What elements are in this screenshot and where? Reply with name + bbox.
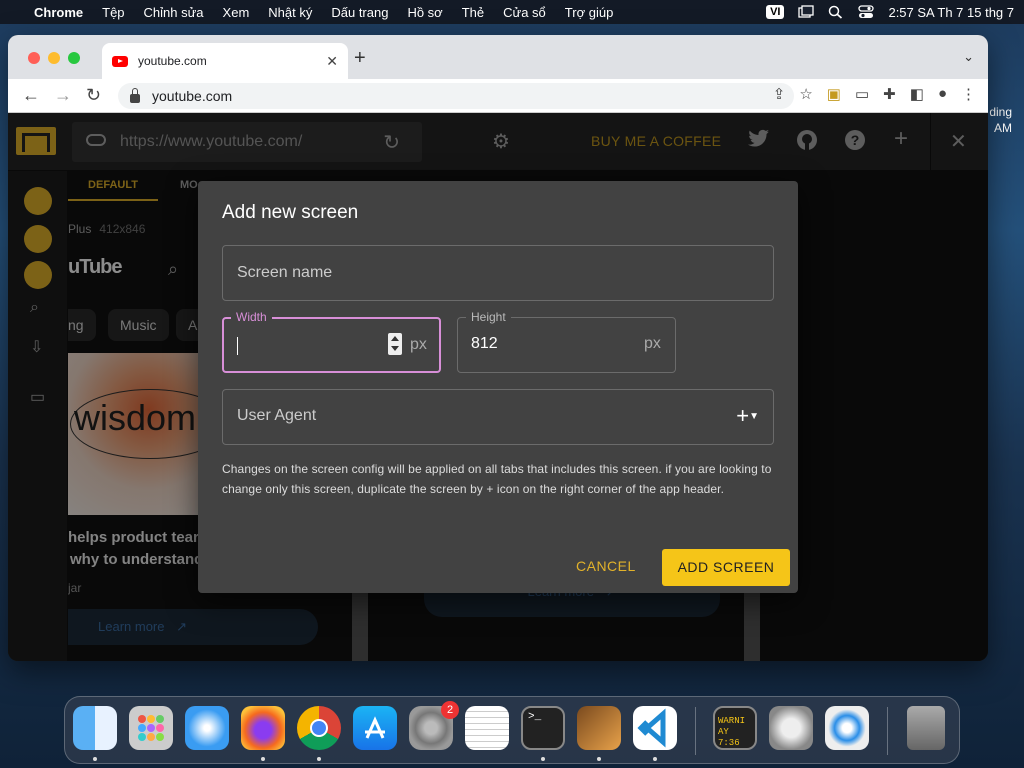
menu-window[interactable]: Cửa sổ bbox=[503, 5, 546, 20]
textedit-icon[interactable] bbox=[465, 706, 509, 750]
close-tab-icon[interactable]: ✕ bbox=[326, 53, 338, 70]
macos-dock: 2 >_ WARNI AY 7:36 bbox=[64, 696, 960, 764]
garageband-running-dot bbox=[597, 757, 601, 761]
vscode-running-dot bbox=[653, 757, 657, 761]
text-caret bbox=[237, 337, 238, 355]
browser-tab-youtube[interactable]: youtube.com ✕ bbox=[102, 43, 348, 79]
screen-mirroring-icon[interactable] bbox=[798, 5, 815, 19]
launchpad-icon[interactable] bbox=[129, 706, 173, 750]
profile-avatar-icon[interactable]: ● bbox=[938, 85, 947, 103]
tab-strip: youtube.com ✕ + ⌄ bbox=[8, 35, 988, 79]
macos-menubar: Chrome Tệp Chỉnh sửa Xem Nhật ký Dấu tra… bbox=[0, 0, 1024, 24]
automator-icon[interactable] bbox=[769, 706, 813, 750]
menu-view[interactable]: Xem bbox=[223, 5, 250, 20]
screen-name-field[interactable]: Screen name bbox=[222, 245, 774, 301]
terminal-icon[interactable]: >_ bbox=[521, 706, 565, 750]
vscode-icon[interactable] bbox=[633, 706, 677, 750]
minimize-window-button[interactable] bbox=[48, 52, 60, 64]
trash-icon[interactable] bbox=[907, 706, 945, 750]
menu-tab[interactable]: Thẻ bbox=[462, 5, 484, 20]
new-tab-icon[interactable]: + bbox=[354, 47, 366, 70]
console-icon[interactable]: WARNI AY 7:36 bbox=[713, 706, 757, 750]
width-unit: px bbox=[410, 336, 427, 353]
menu-edit[interactable]: Chỉnh sửa bbox=[144, 5, 204, 20]
menu-file[interactable]: Tệp bbox=[102, 5, 124, 20]
width-field[interactable]: Width px bbox=[222, 310, 441, 373]
lock-icon[interactable] bbox=[130, 87, 140, 103]
forward-icon[interactable]: → bbox=[54, 85, 72, 106]
responsively-extension-icon[interactable]: ▣ bbox=[827, 85, 841, 103]
finder-running-dot bbox=[93, 757, 97, 761]
window-controls bbox=[28, 52, 80, 64]
close-window-button[interactable] bbox=[28, 52, 40, 64]
share-icon[interactable]: ⇪ bbox=[773, 85, 786, 103]
settings-badge: 2 bbox=[441, 701, 459, 719]
tab-search-chevron-icon[interactable]: ⌄ bbox=[963, 49, 974, 65]
width-stepper[interactable] bbox=[388, 333, 402, 355]
browser-toolbar: ← → ↻ youtube.com ⇪ ☆ ▣ ▭ ✚ ◧ ● ⋮ bbox=[8, 79, 988, 113]
desktop-widget-line2: AM bbox=[994, 121, 1012, 135]
browser-tab-title: youtube.com bbox=[138, 54, 207, 68]
menu-profiles[interactable]: Hồ sơ bbox=[407, 5, 442, 20]
terminal-prompt-icon: >_ bbox=[528, 711, 542, 723]
height-value: 812 bbox=[471, 335, 498, 352]
desktop-widget-text: ding AM bbox=[989, 104, 1012, 136]
dock-separator-2 bbox=[887, 707, 888, 755]
browser-toolbar-actions: ⇪ ☆ ▣ ▭ ✚ ◧ ● ⋮ bbox=[773, 85, 976, 103]
terminal-running-dot bbox=[541, 757, 545, 761]
firefox-icon[interactable] bbox=[241, 706, 285, 750]
side-panel-icon[interactable]: ◧ bbox=[910, 85, 924, 103]
user-agent-select[interactable]: User Agent +▼ bbox=[222, 389, 774, 445]
app-store-icon[interactable] bbox=[353, 706, 397, 750]
height-label: Height bbox=[466, 310, 511, 324]
menu-bookmarks[interactable]: Dấu trang bbox=[331, 5, 388, 20]
back-icon[interactable]: ← bbox=[22, 85, 40, 106]
add-screen-button[interactable]: ADD SCREEN bbox=[662, 549, 790, 586]
safari-icon[interactable] bbox=[185, 706, 229, 750]
menu-history[interactable]: Nhật ký bbox=[268, 5, 312, 20]
zoom-window-button[interactable] bbox=[68, 52, 80, 64]
bookmark-star-icon[interactable]: ☆ bbox=[799, 85, 812, 103]
input-source-indicator[interactable]: VI bbox=[766, 5, 785, 19]
height-unit: px bbox=[644, 335, 661, 352]
address-bar-text: youtube.com bbox=[152, 88, 233, 104]
extensions-puzzle-icon[interactable]: ✚ bbox=[883, 85, 896, 103]
height-field[interactable]: Height 812 px bbox=[457, 310, 676, 373]
spotlight-icon[interactable] bbox=[828, 5, 844, 19]
menu-chrome[interactable]: Chrome bbox=[34, 5, 83, 20]
screen-name-placeholder: Screen name bbox=[237, 264, 333, 281]
menubar-status-area: VI 2:57 SA Th 7 15 thg 7 bbox=[766, 0, 1014, 24]
dialog-help-text: Changes on the screen config will be app… bbox=[222, 462, 772, 496]
firefox-running-dot bbox=[261, 757, 265, 761]
chrome-icon[interactable] bbox=[297, 706, 341, 750]
dialog-title: Add new screen bbox=[222, 202, 359, 223]
add-user-agent-icon[interactable]: +▼ bbox=[736, 404, 759, 428]
console-warning-text: WARNI AY 7:36 bbox=[718, 716, 746, 748]
chrome-running-dot bbox=[317, 757, 321, 761]
menu-help[interactable]: Trợ giúp bbox=[565, 5, 614, 20]
width-label: Width bbox=[231, 310, 272, 324]
user-agent-placeholder: User Agent bbox=[237, 407, 317, 424]
add-screen-dialog: Add new screen Screen name Width px Heig… bbox=[198, 181, 798, 593]
desktop-widget-line1: ding bbox=[989, 105, 1012, 119]
finder-icon[interactable] bbox=[73, 706, 117, 750]
address-bar[interactable]: youtube.com bbox=[118, 83, 794, 109]
control-center-icon[interactable] bbox=[858, 5, 875, 19]
quicktime-icon[interactable] bbox=[825, 706, 869, 750]
cancel-button[interactable]: CANCEL bbox=[576, 558, 636, 574]
extension-cast-icon[interactable]: ▭ bbox=[855, 85, 869, 103]
menubar-clock[interactable]: 2:57 SA Th 7 15 thg 7 bbox=[888, 5, 1014, 20]
garageband-icon[interactable] bbox=[577, 706, 621, 750]
youtube-favicon-icon bbox=[112, 55, 128, 67]
chrome-menu-icon[interactable]: ⋮ bbox=[961, 85, 976, 103]
dock-separator-1 bbox=[695, 707, 696, 755]
reload-icon[interactable]: ↻ bbox=[86, 85, 101, 106]
